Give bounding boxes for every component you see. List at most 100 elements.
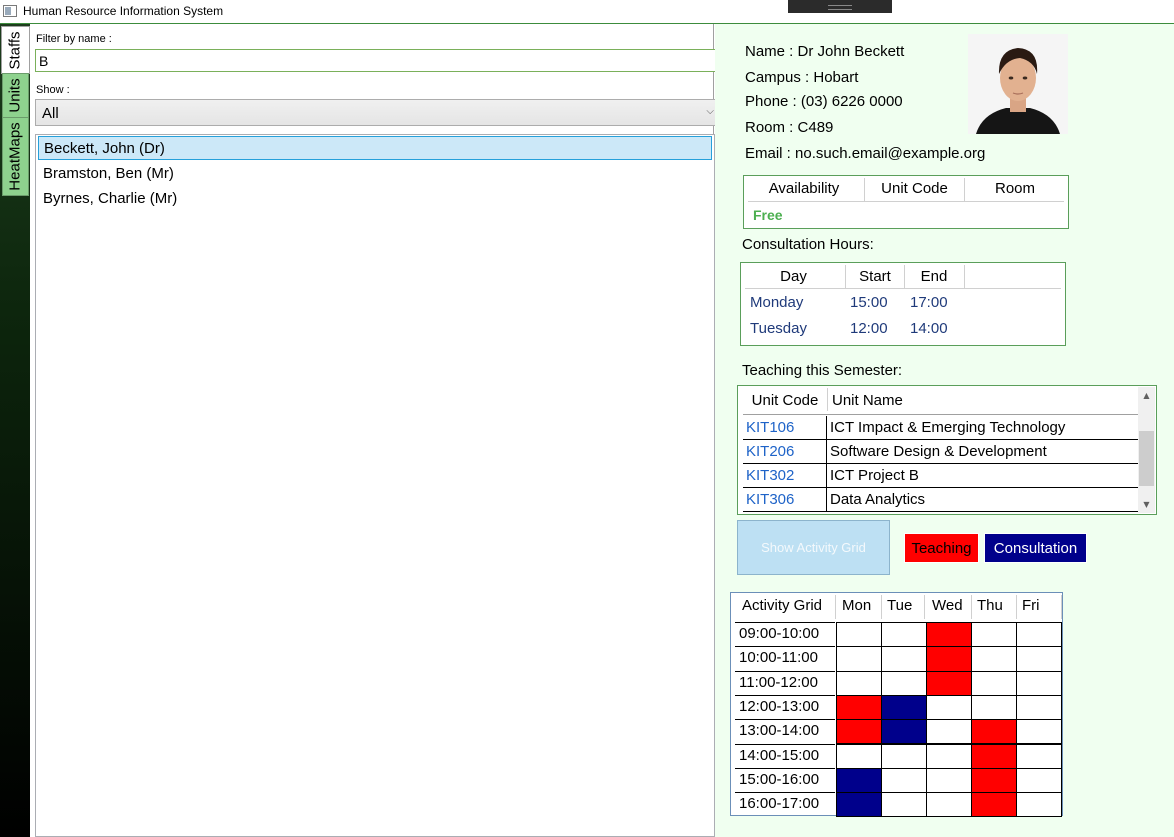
activity-cell (836, 646, 882, 672)
activity-cell (836, 719, 882, 745)
campus-value: Hobart (813, 69, 859, 86)
activity-cell (971, 694, 1017, 721)
filter-label: Filter by name : (36, 33, 112, 45)
list-item[interactable]: Bramston, Ben (Mr) (38, 162, 712, 186)
activity-cell (836, 792, 882, 818)
unit-code-cell: KIT206 (746, 443, 795, 460)
column-divider (971, 595, 972, 619)
teaching-table[interactable]: Unit Code Unit Name KIT106 ICT Impact & … (737, 385, 1157, 515)
teaching-title: Teaching this Semester: (742, 362, 903, 379)
header-divider (745, 288, 1061, 289)
email-row: Email : no.such.email@example.org (745, 145, 985, 162)
staff-list[interactable]: Beckett, John (Dr) Bramston, Ben (Mr) By… (35, 134, 715, 837)
table-row[interactable]: KIT306 Data Analytics (743, 488, 1139, 512)
time-slot-label: 11:00-12:00 (739, 673, 818, 691)
campus-row: Campus : Hobart (745, 69, 858, 86)
activity-cell (926, 622, 972, 648)
drag-handle[interactable] (788, 0, 892, 13)
consultation-title: Consultation Hours: (742, 236, 874, 253)
table-row[interactable]: KIT106 ICT Impact & Emerging Technology (743, 416, 1139, 440)
consultation-end: 17:00 (910, 294, 948, 311)
activity-cell (836, 767, 882, 794)
row-divider (735, 719, 835, 721)
show-activity-grid-button[interactable]: Show Activity Grid (737, 520, 890, 575)
staff-details-panel: Name : Dr John Beckett Campus : Hobart P… (715, 24, 1174, 837)
activity-cell (971, 670, 1017, 696)
activity-cell (926, 743, 972, 769)
row-divider (735, 670, 835, 672)
list-item[interactable]: Byrnes, Charlie (Mr) (38, 187, 712, 211)
consultation-end: 14:00 (910, 320, 948, 337)
scrollbar-thumb[interactable] (1139, 431, 1154, 486)
staff-photo (968, 34, 1068, 134)
time-slot-label: 16:00-17:00 (739, 795, 820, 813)
unit-code-cell: KIT106 (746, 419, 795, 436)
filter-name-input[interactable]: B (35, 49, 721, 72)
portrait-image (968, 34, 1068, 134)
availability-table: Availability Unit Code Room Free (743, 175, 1069, 229)
column-divider (835, 595, 836, 619)
activity-cell (836, 694, 882, 721)
row-divider (735, 694, 835, 696)
legend-teaching: Teaching (904, 533, 979, 563)
activity-cell (926, 670, 972, 696)
scroll-up-icon[interactable]: ▲ (1138, 387, 1155, 404)
table-row[interactable]: KIT302 ICT Project B (743, 464, 1139, 488)
activity-cell (836, 743, 882, 769)
activity-cell (926, 694, 972, 721)
activity-cell (881, 670, 927, 696)
availability-header: Availability (768, 180, 840, 197)
name-label: Name : (745, 43, 794, 60)
name-value: Dr John Beckett (797, 43, 905, 60)
activity-cell (926, 792, 972, 818)
activity-grid-header: Activity Grid (742, 597, 823, 614)
app-window: Human Resource Information System Staffs… (0, 0, 1174, 837)
unit-name-cell: Data Analytics (830, 491, 926, 508)
activity-grid: Activity Grid Mon Tue Wed Thu Fri 09:00-… (730, 592, 1063, 818)
time-slot-label: 13:00-14:00 (739, 722, 820, 740)
list-item[interactable]: Beckett, John (Dr) (38, 136, 712, 160)
consultation-day: Tuesday (750, 320, 807, 337)
tab-staffs-label: Staffs (7, 30, 24, 70)
show-dropdown[interactable]: All ⌵ (35, 99, 721, 126)
room-row: Room : C489 (745, 119, 833, 136)
activity-cell (881, 792, 927, 818)
activity-cell (881, 719, 927, 745)
email-value: no.such.email@example.org (795, 145, 986, 162)
column-divider (924, 595, 925, 619)
cell-divider (826, 464, 827, 488)
activity-cell (971, 719, 1017, 745)
tab-heatmaps[interactable]: HeatMaps (2, 117, 29, 196)
vertical-scrollbar[interactable]: ▲ ▼ (1138, 387, 1155, 513)
column-divider (827, 388, 828, 411)
row-divider (735, 767, 835, 769)
column-divider (1061, 595, 1062, 619)
activity-cell (971, 767, 1017, 794)
table-row[interactable]: KIT206 Software Design & Development (743, 440, 1139, 464)
time-slot-label: 09:00-10:00 (739, 625, 820, 642)
activity-cell (1016, 646, 1062, 672)
tab-units[interactable]: Units (2, 73, 29, 118)
unit-code-cell: KIT302 (746, 467, 795, 484)
row-divider (735, 646, 835, 648)
time-slot-label: 15:00-16:00 (739, 770, 820, 788)
end-header: End (920, 268, 948, 285)
unit-code-cell: KIT306 (746, 491, 795, 508)
day-header-wed: Wed (932, 597, 963, 614)
activity-cell (1016, 719, 1062, 745)
title-bar: Human Resource Information System (0, 0, 1174, 24)
scroll-down-icon[interactable]: ▼ (1138, 496, 1155, 513)
window-icon (3, 5, 17, 17)
phone-label: Phone : (745, 93, 797, 110)
activity-cell (971, 743, 1017, 769)
activity-cell (926, 719, 972, 745)
activity-cell (881, 767, 927, 794)
unit-name-cell: ICT Impact & Emerging Technology (830, 419, 1066, 436)
window-title: Human Resource Information System (23, 4, 224, 18)
tab-heatmaps-label: HeatMaps (7, 122, 24, 191)
activity-cell (1016, 792, 1062, 818)
tab-staffs[interactable]: Staffs (1, 26, 30, 74)
show-dropdown-value: All (42, 105, 59, 122)
unit-name-cell: Software Design & Development (830, 443, 1047, 460)
activity-cell (926, 646, 972, 672)
